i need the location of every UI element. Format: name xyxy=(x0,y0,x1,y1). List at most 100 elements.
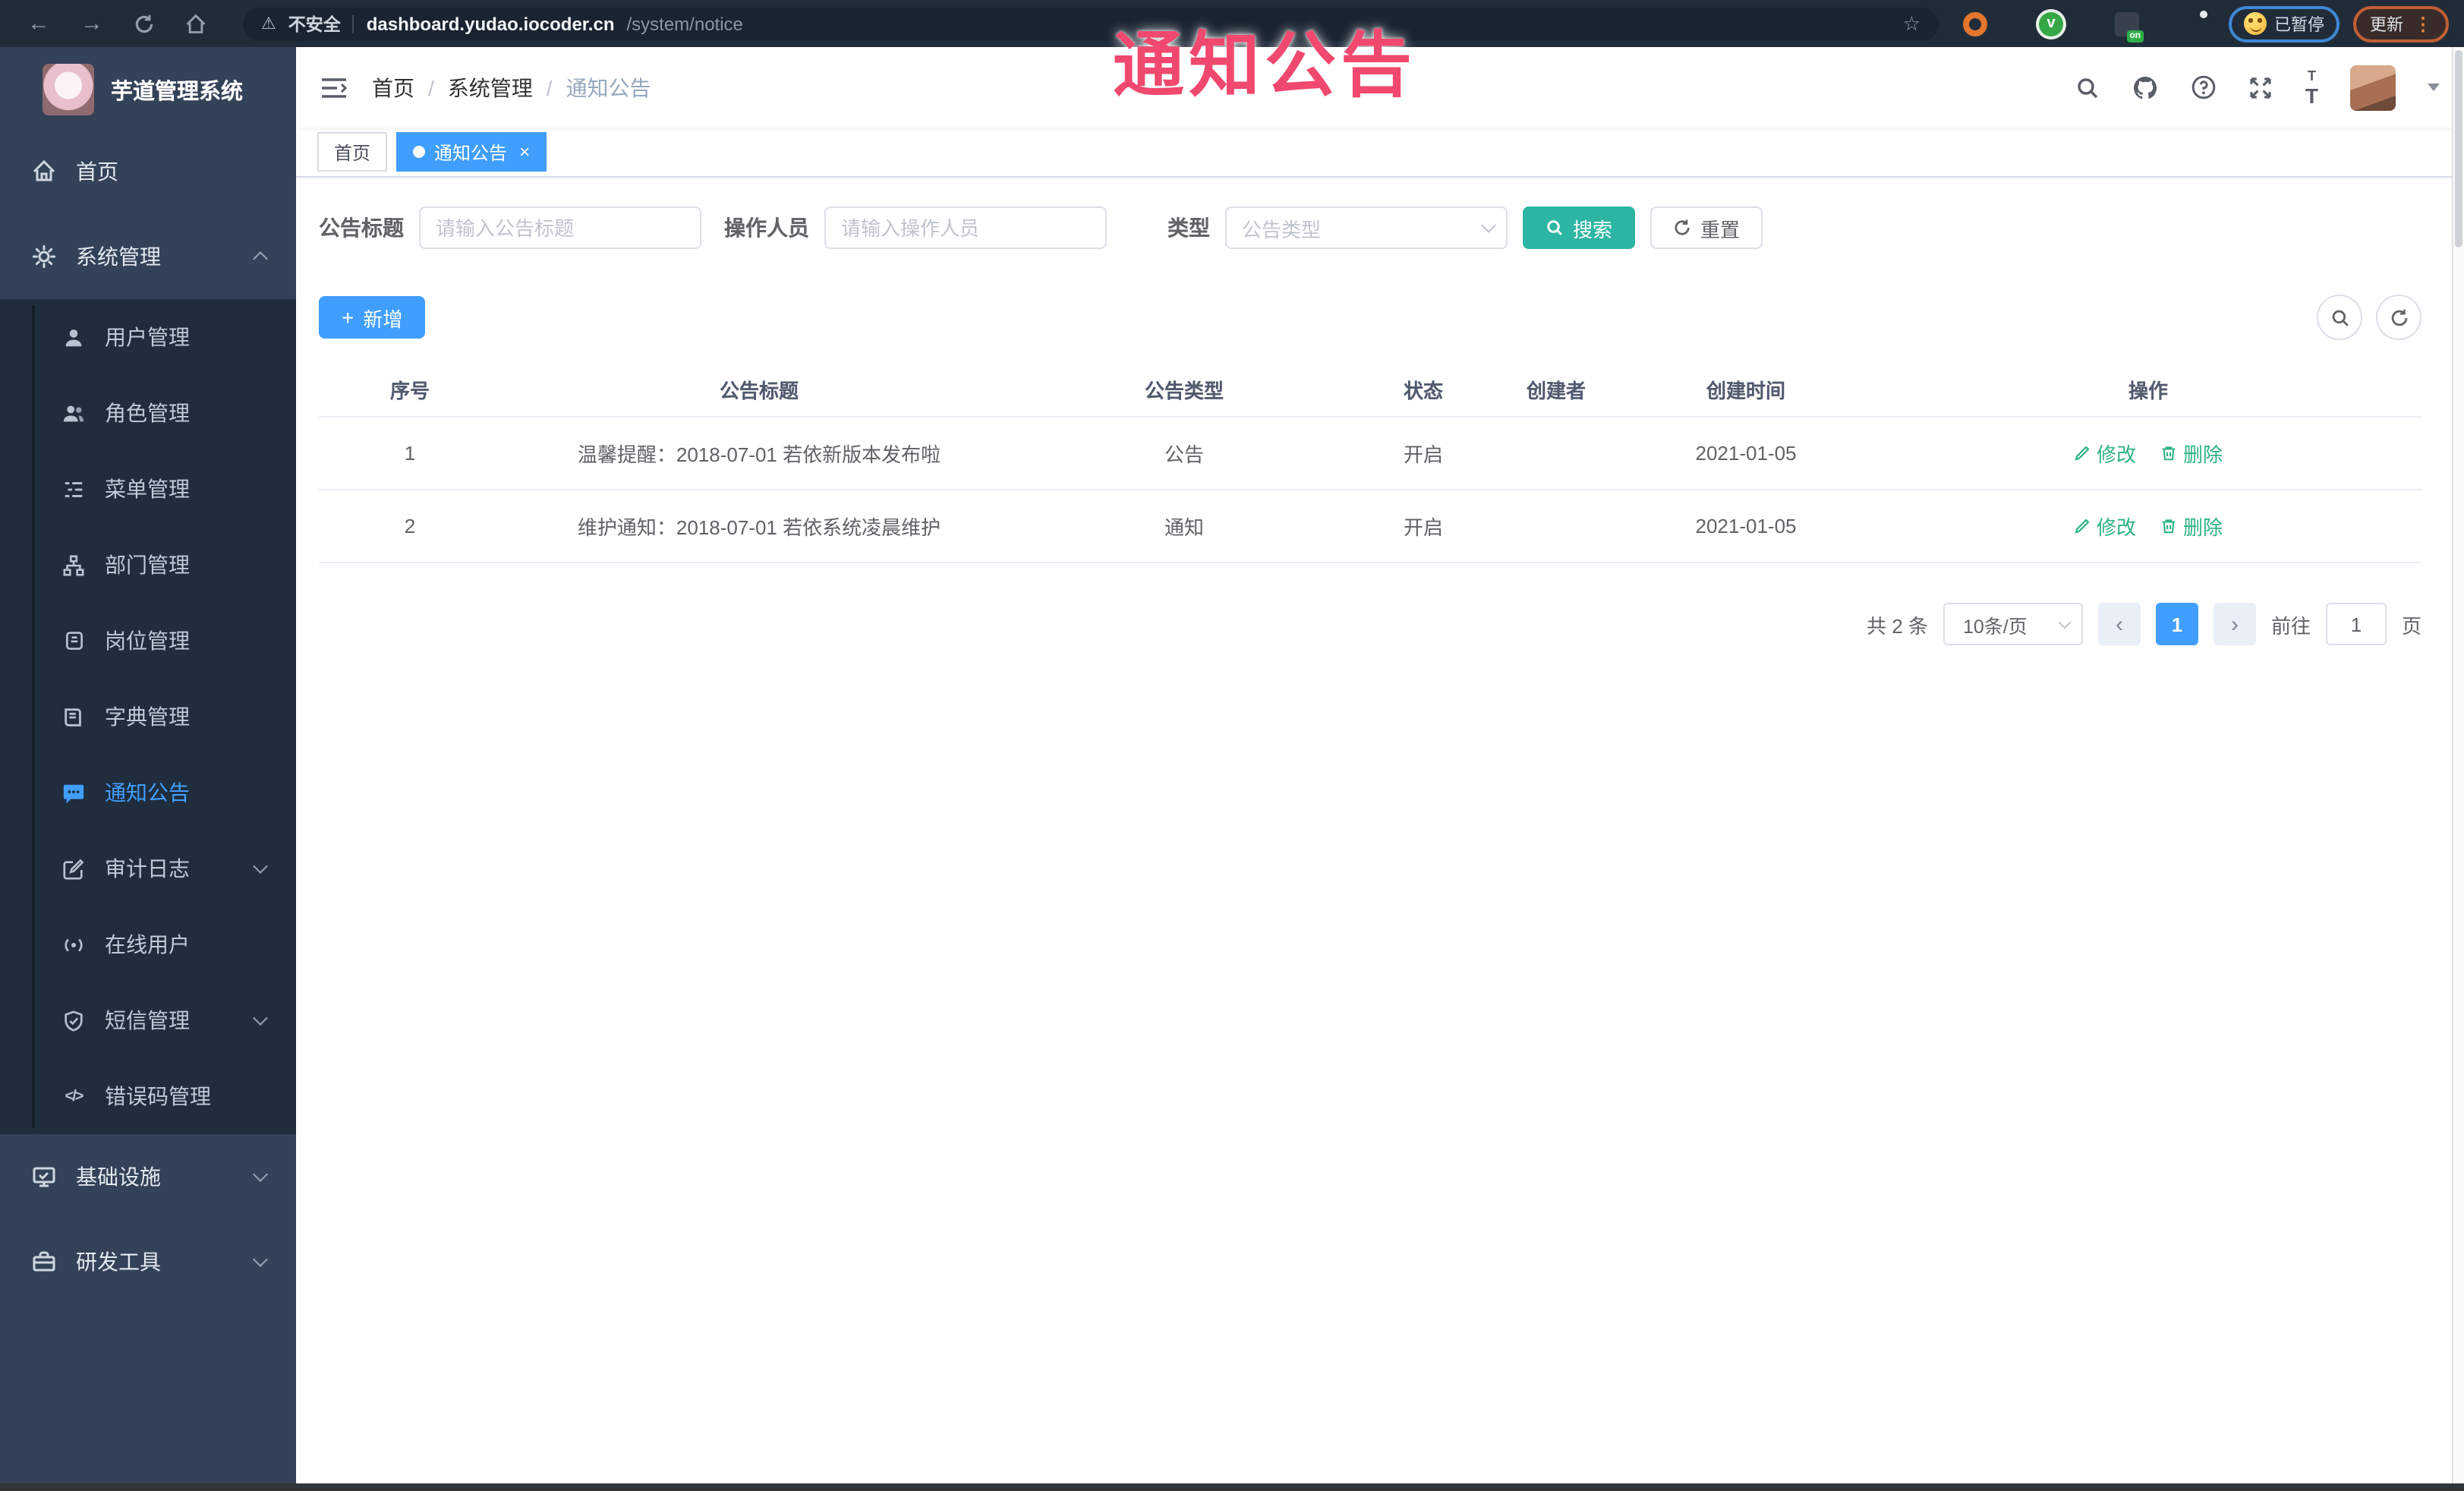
sidebar-item-menus[interactable]: 菜单管理 xyxy=(0,451,296,527)
sidebar-item-users[interactable]: 用户管理 xyxy=(0,299,296,375)
delete-link[interactable]: 删除 xyxy=(2160,439,2223,468)
extension-drop-icon[interactable] xyxy=(2001,11,2025,36)
sidebar-item-posts[interactable]: 岗位管理 xyxy=(0,603,296,679)
page-scrollbar[interactable] xyxy=(2452,47,2464,1483)
sidebar-item-label: 系统管理 xyxy=(76,244,161,269)
chevron-down-icon xyxy=(253,1252,268,1267)
bookmark-star-icon[interactable]: ☆ xyxy=(1903,11,1920,36)
operator-input[interactable] xyxy=(824,206,1107,249)
sidebar-collapse-icon[interactable] xyxy=(320,75,348,99)
font-size-icon[interactable]: TT xyxy=(2305,68,2318,107)
avatar[interactable] xyxy=(2350,65,2396,110)
help-icon[interactable] xyxy=(2191,74,2217,100)
sidebar-item-audit-log[interactable]: 审计日志 xyxy=(0,831,296,906)
trash-icon xyxy=(2162,446,2176,461)
goto-page-input[interactable] xyxy=(2325,603,2387,645)
url-path: /system/notice xyxy=(626,13,743,34)
reset-button[interactable]: 重置 xyxy=(1650,206,1763,249)
monitor-icon xyxy=(30,1165,58,1189)
sidebar-item-label: 研发工具 xyxy=(76,1250,161,1274)
refresh-table-button[interactable] xyxy=(2376,295,2421,340)
search-icon[interactable] xyxy=(2076,75,2100,99)
home-icon[interactable] xyxy=(185,13,206,34)
window-bottom-edge xyxy=(0,1483,2464,1491)
toolbox-icon xyxy=(30,1250,58,1274)
sidebar-item-label: 错误码管理 xyxy=(105,1084,211,1108)
col-header-title: 公告标题 xyxy=(719,380,799,402)
back-icon[interactable]: ← xyxy=(27,12,50,35)
code-icon: </> xyxy=(65,1088,84,1105)
breadcrumb-system[interactable]: 系统管理 xyxy=(448,72,533,102)
chevron-down-icon xyxy=(1481,218,1496,233)
extension-leaf-icon[interactable] xyxy=(2153,11,2177,36)
page-number-1[interactable]: 1 xyxy=(2155,603,2198,645)
online-signal-icon xyxy=(61,933,87,956)
delete-link-label: 删除 xyxy=(2183,443,2223,466)
col-header-creator: 创建者 xyxy=(1526,380,1586,402)
tab-home[interactable]: 首页 xyxy=(317,132,388,172)
sidebar-item-dev-tools[interactable]: 研发工具 xyxy=(0,1219,296,1304)
notice-title-input[interactable] xyxy=(419,206,701,249)
tab-notice[interactable]: 通知公告 × xyxy=(396,132,547,172)
cell-time: 2021-01-05 xyxy=(1695,515,1797,537)
page-size-select[interactable]: 10条/页 xyxy=(1943,603,2083,645)
sidebar-item-label: 通知公告 xyxy=(105,780,190,805)
table-toolbar: + 新增 xyxy=(319,295,2421,340)
sidebar-item-notice[interactable]: 通知公告 xyxy=(0,755,296,831)
notice-type-select[interactable]: 公告类型 xyxy=(1225,206,1508,249)
user-menu-caret-icon[interactable] xyxy=(2428,84,2440,91)
chevron-down-icon xyxy=(253,1167,268,1182)
goto-label: 前往 xyxy=(2270,614,2311,637)
tab-close-icon[interactable]: × xyxy=(519,143,530,161)
sidebar-item-departments[interactable]: 部门管理 xyxy=(0,527,296,603)
edit-link[interactable]: 修改 xyxy=(2074,512,2136,541)
add-button[interactable]: + 新增 xyxy=(319,296,426,339)
chevron-up-icon xyxy=(253,251,268,266)
scrollbar-thumb[interactable] xyxy=(2455,50,2462,247)
sidebar-item-online-users[interactable]: 在线用户 xyxy=(0,906,296,982)
browser-update-button[interactable]: 更新 ⋮ xyxy=(2353,5,2449,42)
prev-page-button[interactable]: ‹ xyxy=(2097,603,2141,645)
extension-green-icon[interactable]: v xyxy=(2039,11,2063,36)
extension-switch-icon[interactable]: on xyxy=(2115,11,2144,42)
reload-icon[interactable] xyxy=(134,13,155,34)
profile-emoji-icon xyxy=(2244,12,2267,35)
delete-link[interactable]: 删除 xyxy=(2160,512,2223,541)
main-area: 首页 / 系统管理 / 通知公告 T T 首页 通知公告 × 公告标题 请输入公… xyxy=(296,47,2464,1491)
chevron-down-icon xyxy=(253,1010,268,1026)
sidebar-item-roles[interactable]: 角色管理 xyxy=(0,375,296,451)
next-page-button[interactable]: › xyxy=(2213,603,2256,645)
profile-paused-pill[interactable]: 已暂停 xyxy=(2229,5,2340,42)
delete-link-label: 删除 xyxy=(2183,516,2223,539)
search-button[interactable]: 搜索 xyxy=(1523,206,1636,249)
edit-link-label: 修改 xyxy=(2096,516,2136,539)
tab-label: 首页 xyxy=(334,142,371,163)
filter-type-label: 类型 xyxy=(1167,216,1210,240)
show-search-button[interactable] xyxy=(2317,295,2362,340)
cell-title: 温馨提醒：2018-07-01 若依新版本发布啦 xyxy=(577,443,941,466)
extension-orange-icon[interactable] xyxy=(1963,11,1987,36)
cell-type: 公告 xyxy=(1164,443,1204,466)
page-unit-label: 页 xyxy=(2401,614,2421,637)
sidebar-item-home[interactable]: 首页 xyxy=(0,129,296,214)
forward-icon[interactable]: → xyxy=(80,12,103,35)
sidebar-item-sms[interactable]: 短信管理 xyxy=(0,982,296,1058)
edit-link[interactable]: 修改 xyxy=(2074,439,2136,468)
breadcrumb-home[interactable]: 首页 xyxy=(372,72,414,102)
fullscreen-icon[interactable] xyxy=(2249,75,2273,99)
app-logo-row[interactable]: 芋道管理系统 xyxy=(0,47,296,129)
col-header-no: 序号 xyxy=(389,380,430,402)
browser-extensions: v on 已暂停 更新 ⋮ xyxy=(1963,5,2449,42)
sidebar-item-dict[interactable]: 字典管理 xyxy=(0,679,296,755)
browser-menu-icon[interactable]: ⋮ xyxy=(2414,14,2432,33)
sidebar-item-error-codes[interactable]: </> 错误码管理 xyxy=(0,1058,296,1134)
user-icon xyxy=(61,326,87,348)
extension-diamond-icon[interactable] xyxy=(2077,11,2101,36)
sidebar-item-system[interactable]: 系统管理 xyxy=(0,214,296,299)
sidebar-item-label: 字典管理 xyxy=(105,705,190,729)
url-bar[interactable]: ⚠ 不安全 dashboard.yudao.iocoder.cn/system/… xyxy=(243,7,1939,40)
sidebar-item-infrastructure[interactable]: 基础设施 xyxy=(0,1134,296,1219)
github-icon[interactable] xyxy=(2132,74,2160,101)
extensions-puzzle-icon[interactable] xyxy=(2191,11,2215,36)
window: 芋道管理系统 首页 系统管理 用户管理 角色管理 菜单管理 部门管理 岗位管理 … xyxy=(0,47,2464,1491)
